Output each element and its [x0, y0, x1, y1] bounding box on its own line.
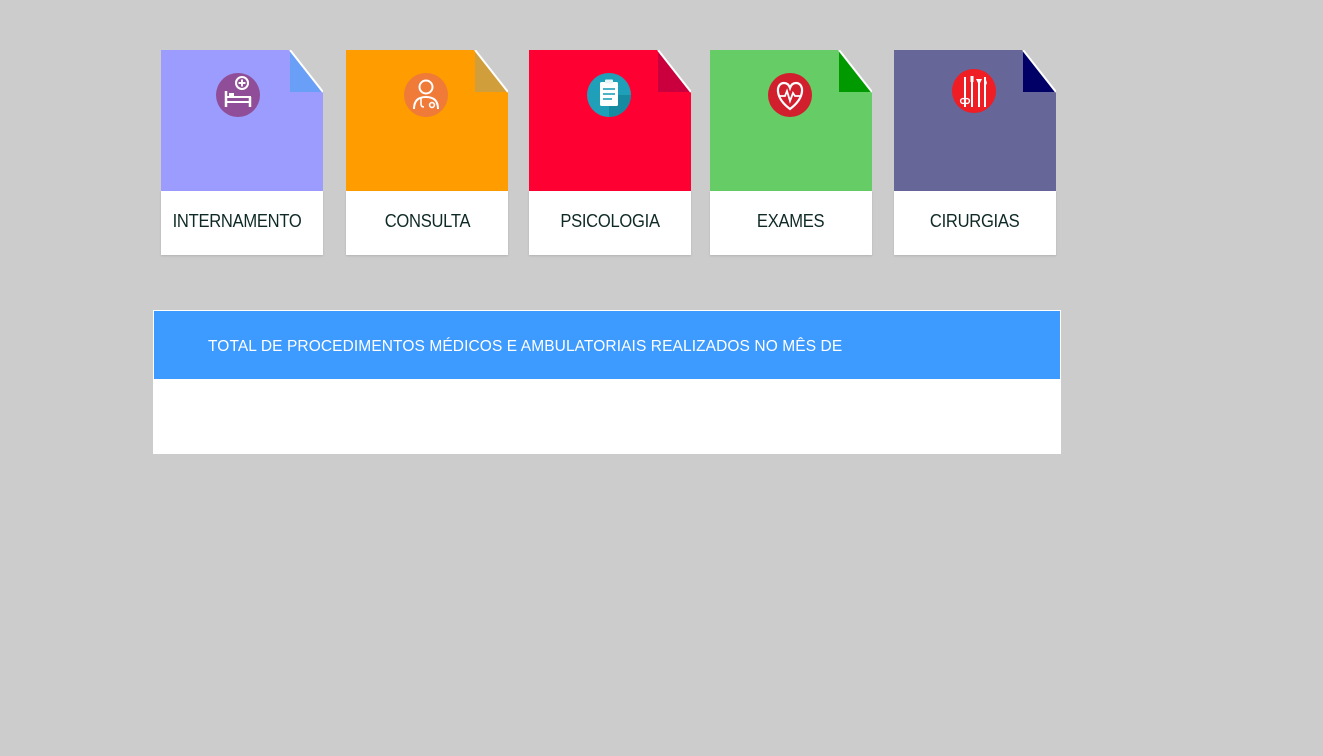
card-psicologia[interactable]: PSICOLOGIA — [529, 50, 691, 255]
card-consulta[interactable]: CONSULTA — [346, 50, 508, 255]
card-cirurgias[interactable]: CIRURGIAS — [894, 50, 1056, 255]
card-psicologia-label-area[interactable]: PSICOLOGIA — [529, 191, 691, 255]
card-label[interactable]: EXAMES — [757, 211, 825, 232]
card-exames-label-area[interactable]: EXAMES — [710, 191, 872, 255]
card-label[interactable]: CIRURGIAS — [930, 211, 1020, 232]
card-internamento[interactable]: INTERNAMENTO — [161, 50, 323, 255]
panel-body — [154, 379, 1060, 453]
monthly-procedures-panel: TOTAL DE PROCEDIMENTOS MÉDICOS E AMBULAT… — [153, 310, 1061, 454]
card-label[interactable]: CONSULTA — [384, 211, 470, 232]
panel-header: TOTAL DE PROCEDIMENTOS MÉDICOS E AMBULAT… — [154, 311, 1060, 379]
hospital-bed-icon — [216, 73, 260, 117]
clipboard-icon — [587, 73, 631, 117]
panel-title: TOTAL DE PROCEDIMENTOS MÉDICOS E AMBULAT… — [208, 338, 843, 355]
card-consulta-label-area[interactable]: CONSULTA — [346, 191, 508, 255]
card-label[interactable]: PSICOLOGIA — [560, 211, 660, 232]
card-internamento-label-area[interactable]: INTERNAMENTO — [161, 191, 323, 255]
card-cirurgias-label-area[interactable]: CIRURGIAS — [894, 191, 1056, 255]
doctor-icon — [404, 73, 448, 117]
card-label[interactable]: INTERNAMENTO — [173, 211, 302, 232]
heart-pulse-icon — [768, 73, 812, 117]
surgical-tools-icon — [952, 69, 996, 113]
card-exames[interactable]: EXAMES — [710, 50, 872, 255]
